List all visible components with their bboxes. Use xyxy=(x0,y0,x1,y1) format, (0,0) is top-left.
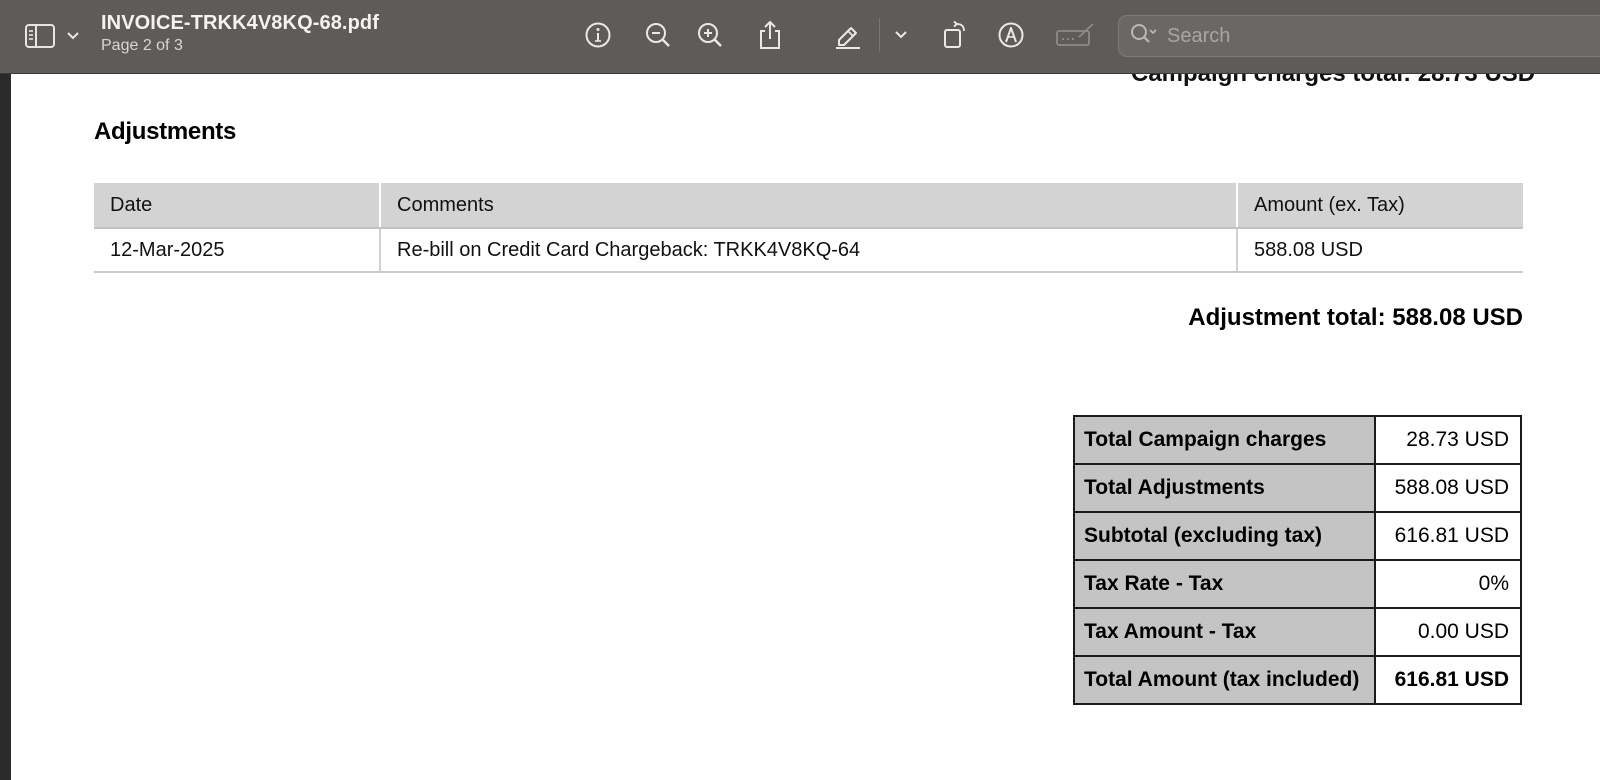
zoom-out-button[interactable] xyxy=(643,18,673,52)
highlight-options-button[interactable] xyxy=(893,18,909,52)
column-header-comments: Comments xyxy=(380,183,1238,229)
info-icon xyxy=(584,21,612,49)
cell-date: 12-Mar-2025 xyxy=(94,228,381,273)
column-header-date: Date xyxy=(94,183,381,229)
summary-label: Tax Amount - Tax xyxy=(1073,607,1376,657)
summary-row: Subtotal (excluding tax) 616.81 USD xyxy=(1073,511,1522,561)
summary-value: 588.08 USD xyxy=(1374,463,1522,513)
summary-label: Total Adjustments xyxy=(1073,463,1376,513)
rotate-icon xyxy=(941,20,969,50)
summary-value: 616.81 USD xyxy=(1374,655,1522,705)
summary-value: 28.73 USD xyxy=(1374,415,1522,465)
zoom-in-icon xyxy=(696,21,724,49)
signature-button[interactable] xyxy=(1054,18,1096,52)
summary-row: Tax Amount - Tax 0.00 USD xyxy=(1073,607,1522,657)
invoice-summary-table: Total Campaign charges 28.73 USD Total A… xyxy=(1073,415,1522,705)
adjustment-total: Adjustment total: 588.08 USD xyxy=(1188,304,1523,331)
campaign-charges-total-partial: Campaign charges total: 28.73 USD xyxy=(1131,74,1535,88)
search-input[interactable] xyxy=(1167,24,1600,48)
column-header-amount: Amount (ex. Tax) xyxy=(1237,183,1523,229)
table-header-row: Date Comments Amount (ex. Tax) xyxy=(94,183,1523,229)
zoom-in-button[interactable] xyxy=(695,18,725,52)
pdf-viewer-window: INVOICE-TRKK4V8KQ-68.pdf Page 2 of 3 Sea… xyxy=(0,0,1600,780)
cell-amount: 588.08 USD xyxy=(1237,228,1523,273)
chevron-down-icon xyxy=(894,30,908,40)
share-icon xyxy=(756,20,784,50)
document-file-name: INVOICE-TRKK4V8KQ-68.pdf xyxy=(101,12,379,34)
summary-label: Tax Rate - Tax xyxy=(1073,559,1376,609)
highlight-button[interactable] xyxy=(832,18,864,52)
toolbar-separator xyxy=(879,18,880,52)
summary-row: Total Adjustments 588.08 USD xyxy=(1073,463,1522,513)
share-button[interactable] xyxy=(755,18,785,52)
summary-value: 0% xyxy=(1374,559,1522,609)
summary-row: Tax Rate - Tax 0% xyxy=(1073,559,1522,609)
zoom-out-icon xyxy=(644,21,672,49)
adjustments-table: Date Comments Amount (ex. Tax) 12-Mar-20… xyxy=(94,183,1523,273)
rotate-button[interactable] xyxy=(940,18,970,52)
search-field[interactable] xyxy=(1118,15,1600,57)
summary-label: Subtotal (excluding tax) xyxy=(1073,511,1376,561)
summary-value: 0.00 USD xyxy=(1374,607,1522,657)
toolbar: INVOICE-TRKK4V8KQ-68.pdf Page 2 of 3 xyxy=(0,0,1600,74)
summary-label: Total Campaign charges xyxy=(1073,415,1376,465)
table-row: 12-Mar-2025 Re-bill on Credit Card Charg… xyxy=(94,228,1523,273)
sidebar-toggle-button[interactable] xyxy=(20,22,84,50)
cell-comments: Re-bill on Credit Card Chargeback: TRKK4… xyxy=(380,228,1238,273)
summary-value: 616.81 USD xyxy=(1374,511,1522,561)
signature-icon xyxy=(1055,21,1095,49)
search-icon xyxy=(1129,22,1159,51)
adjustments-heading: Adjustments xyxy=(94,118,237,145)
sidebar-icon xyxy=(24,23,56,49)
info-button[interactable] xyxy=(583,18,613,52)
document-title-block: INVOICE-TRKK4V8KQ-68.pdf Page 2 of 3 xyxy=(101,12,379,55)
summary-row-total: Total Amount (tax included) 616.81 USD xyxy=(1073,655,1522,705)
summary-label: Total Amount (tax included) xyxy=(1073,655,1376,705)
highlight-pen-icon xyxy=(833,20,863,50)
chevron-down-icon xyxy=(66,31,80,41)
pdf-page: Campaign charges total: 28.73 USD Adjust… xyxy=(11,74,1600,780)
page-indicator: Page 2 of 3 xyxy=(101,37,183,54)
summary-row: Total Campaign charges 28.73 USD xyxy=(1073,415,1522,465)
markup-button[interactable] xyxy=(996,18,1026,52)
markup-icon xyxy=(997,21,1025,49)
